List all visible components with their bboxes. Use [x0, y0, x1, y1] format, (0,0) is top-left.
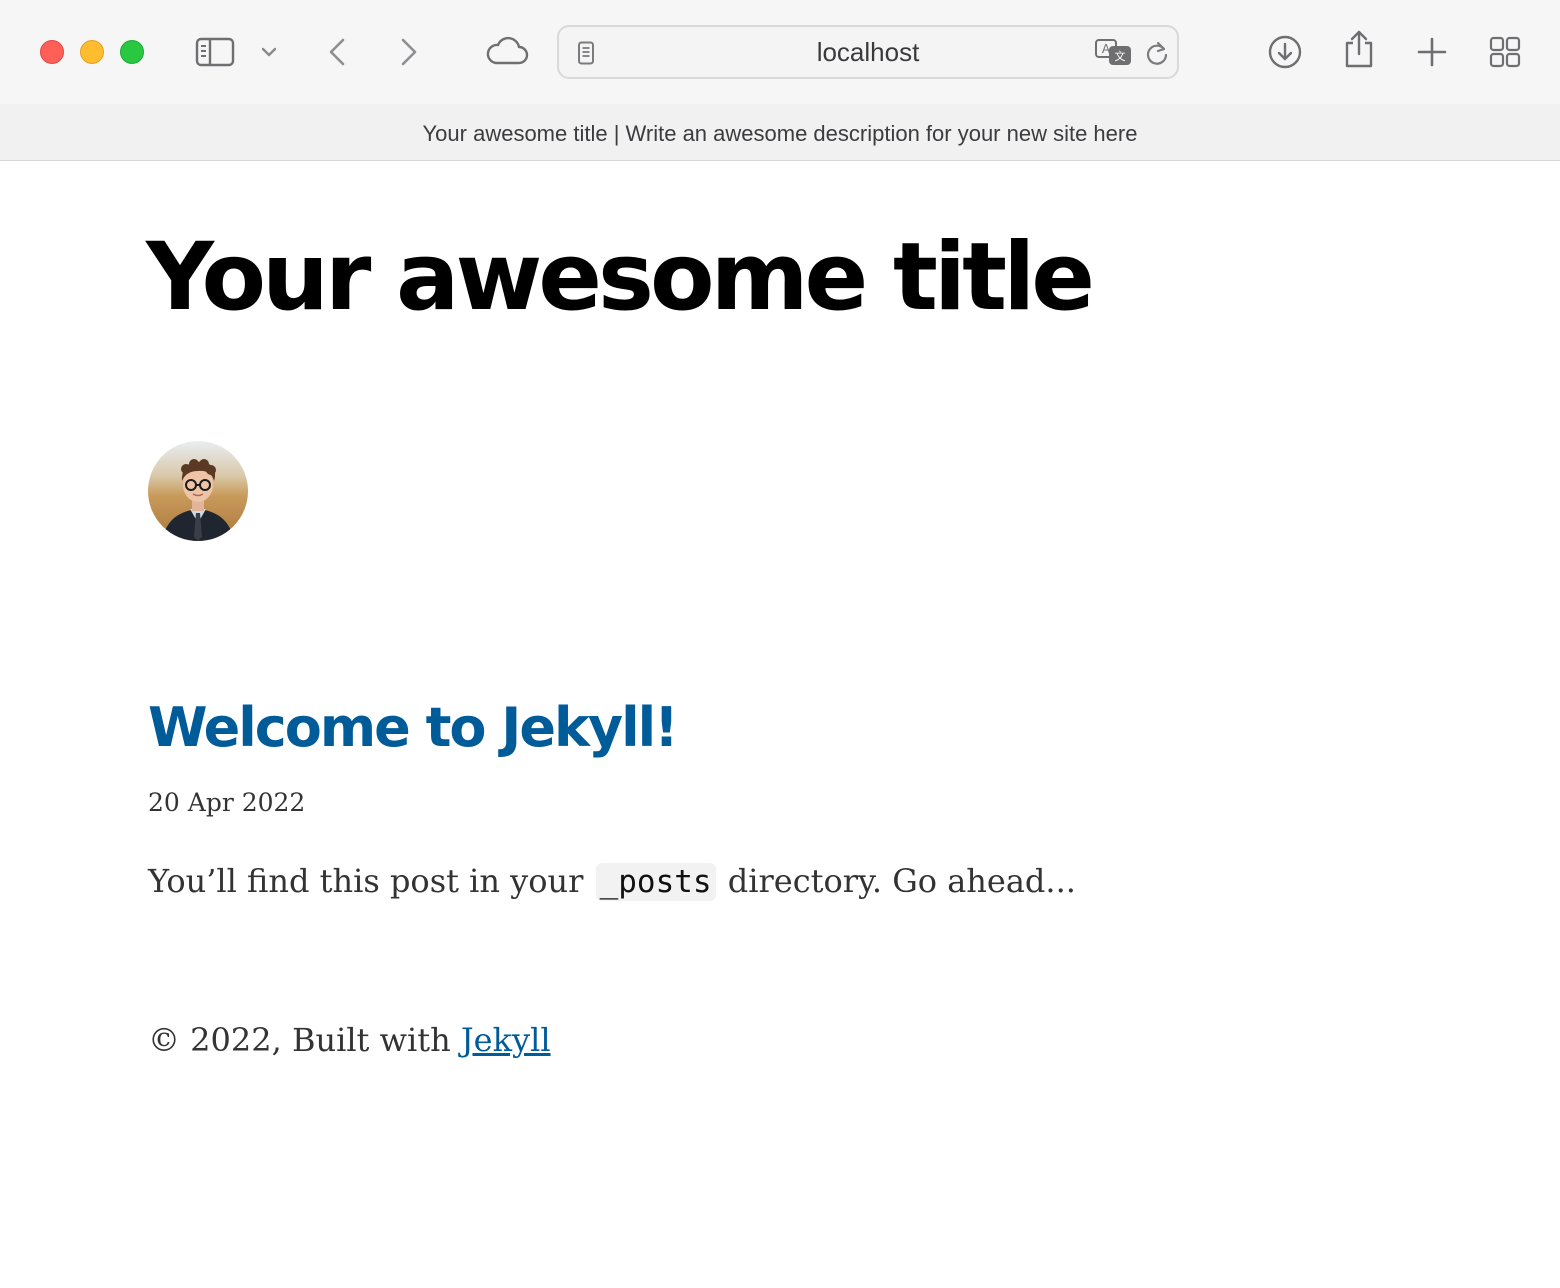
- reload-icon[interactable]: [1143, 39, 1171, 67]
- address-bar[interactable]: localhost A 文: [557, 25, 1179, 79]
- post-excerpt: You’ll find this post in your _posts dir…: [148, 858, 1076, 905]
- sidebar-toggle-icon[interactable]: [194, 36, 236, 68]
- tab-title[interactable]: Your awesome title | Write an awesome de…: [423, 121, 1138, 147]
- share-icon[interactable]: [1340, 28, 1378, 70]
- web-page: Your awesome title Welcome to Jekyll! 20…: [0, 161, 1560, 1288]
- downloads-icon[interactable]: [1266, 33, 1304, 71]
- excerpt-text-before: You’ll find this post in your: [148, 862, 584, 900]
- svg-text:文: 文: [1115, 49, 1126, 63]
- new-tab-plus-icon[interactable]: [1414, 34, 1450, 70]
- site-footer: © 2022, Built with Jekyll: [148, 1021, 551, 1059]
- avatar: [148, 441, 248, 541]
- chevron-down-icon[interactable]: [258, 44, 280, 60]
- address-text[interactable]: localhost: [559, 27, 1177, 77]
- footer-copyright: © 2022, Built with: [148, 1021, 451, 1059]
- back-arrow-icon[interactable]: [322, 36, 352, 68]
- close-window-button[interactable]: [40, 40, 64, 64]
- excerpt-text-after: directory. Go ahead...: [727, 862, 1076, 900]
- footer-jekyll-link[interactable]: Jekyll: [461, 1021, 551, 1059]
- site-title[interactable]: Your awesome title: [146, 231, 1095, 325]
- tab-overview-icon[interactable]: [1486, 34, 1524, 70]
- inline-code: _posts: [595, 863, 716, 901]
- browser-toolbar: localhost A 文: [0, 0, 1560, 104]
- fullscreen-window-button[interactable]: [120, 40, 144, 64]
- browser-window: localhost A 文 Your awesome title | Write…: [0, 0, 1560, 1288]
- icloud-tabs-icon[interactable]: [484, 34, 530, 68]
- post-title-link[interactable]: Welcome to Jekyll!: [148, 701, 679, 755]
- post-date: 20 Apr 2022: [148, 788, 306, 817]
- translate-icon[interactable]: A 文: [1093, 37, 1133, 67]
- minimize-window-button[interactable]: [80, 40, 104, 64]
- forward-arrow-icon[interactable]: [394, 36, 424, 68]
- tab-bar[interactable]: Your awesome title | Write an awesome de…: [0, 104, 1560, 161]
